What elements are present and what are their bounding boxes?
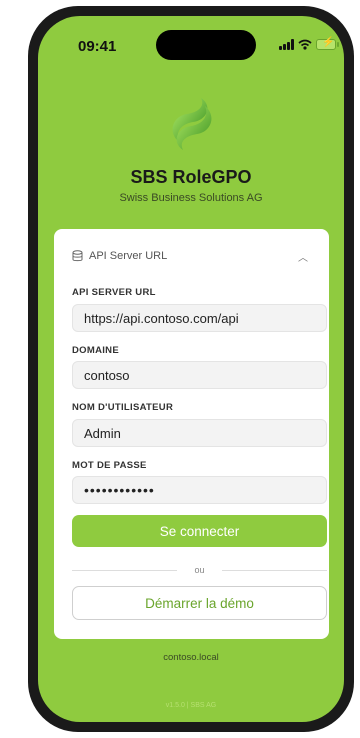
version-label: v1.5.0 | SBS AG xyxy=(165,702,217,709)
username-label: NOM D'UTILISATEUR xyxy=(72,402,174,413)
app-title: SBS RoleGPO xyxy=(130,167,252,187)
chevron-up-icon[interactable]: ︿ xyxy=(298,249,308,264)
api-url-input[interactable] xyxy=(72,304,327,332)
connect-button[interactable]: Se connecter xyxy=(72,515,327,547)
or-divider: ou xyxy=(72,565,327,577)
domain-label: DOMAINE xyxy=(72,345,119,356)
signal-icon xyxy=(279,38,294,50)
status-time: 09:41 xyxy=(78,38,117,55)
battery-icon: ⚡ xyxy=(316,37,339,50)
screen: 09:41 ⚡ SBS RoleGPO Swiss Business Solut… xyxy=(38,16,344,722)
domain-input[interactable] xyxy=(72,361,327,389)
dynamic-island xyxy=(156,30,256,60)
api-section-toggle[interactable]: API Server URL ︿ xyxy=(72,249,312,265)
password-input[interactable] xyxy=(72,476,327,504)
start-demo-button[interactable]: Démarrer la démo xyxy=(72,586,327,620)
api-url-label: API SERVER URL xyxy=(72,287,156,298)
username-input[interactable] xyxy=(72,419,327,447)
login-card: API Server URL ︿ API SERVER URL DOMAINE … xyxy=(54,229,329,639)
divider-line-right xyxy=(222,570,327,571)
app-logo xyxy=(172,98,212,150)
app-subtitle: Swiss Business Solutions AG xyxy=(119,192,263,204)
wifi-icon xyxy=(298,39,312,50)
api-section-label: API Server URL xyxy=(89,250,168,262)
database-icon xyxy=(72,250,83,262)
password-label: MOT DE PASSE xyxy=(72,460,147,471)
status-icons: ⚡ xyxy=(279,36,339,52)
status-bar: 09:41 ⚡ xyxy=(38,16,344,66)
phone-frame: 09:41 ⚡ SBS RoleGPO Swiss Business Solut… xyxy=(28,6,354,732)
server-host: contoso.local xyxy=(163,652,219,663)
